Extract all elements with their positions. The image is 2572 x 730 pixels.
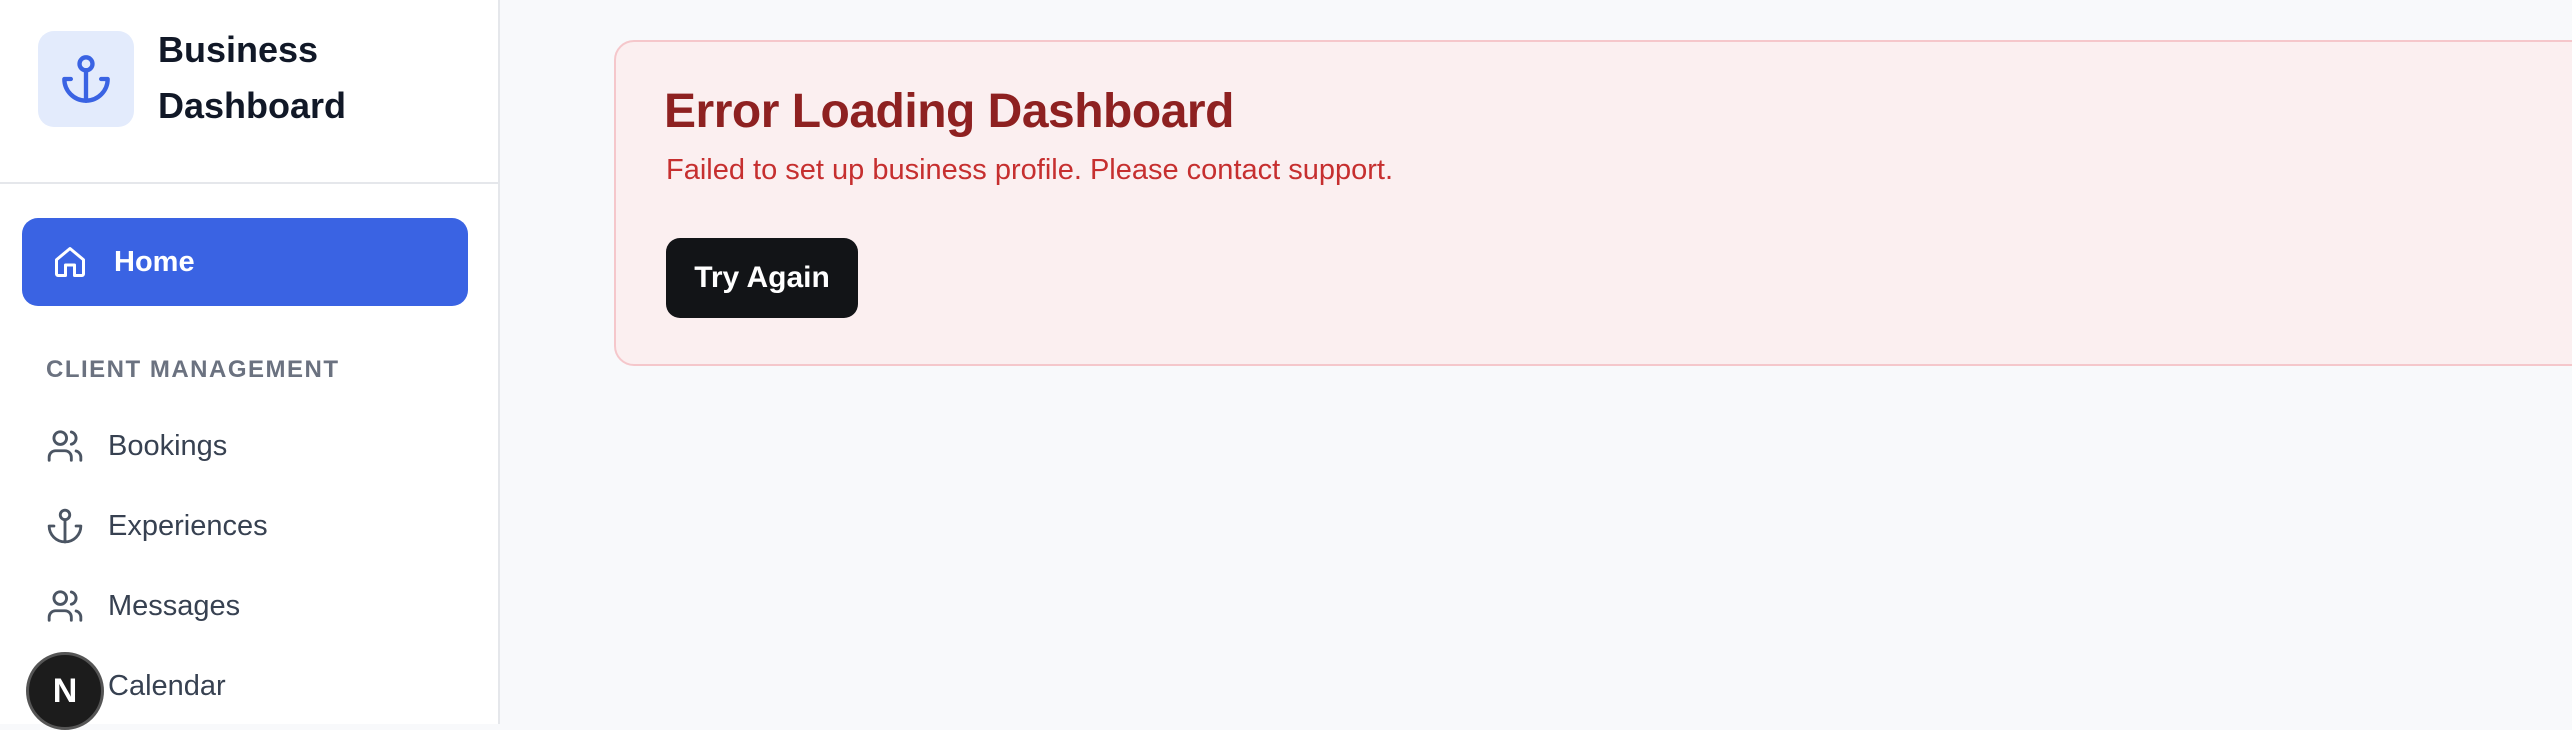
brand-logo xyxy=(38,31,134,127)
sidebar-item-label: Calendar xyxy=(108,669,226,702)
sidebar-item-home[interactable]: Home xyxy=(22,218,468,306)
dev-tools-badge[interactable]: N xyxy=(26,652,104,730)
sidebar-item-label: Home xyxy=(114,245,195,278)
anchor-icon xyxy=(60,53,112,105)
error-title: Error Loading Dashboard xyxy=(664,85,1234,138)
brand-header: Business Dashboard xyxy=(0,0,498,184)
sidebar-item-bookings[interactable]: Bookings xyxy=(22,414,468,478)
home-icon xyxy=(52,244,88,280)
anchor-icon xyxy=(46,507,84,545)
sidebar-item-label: Bookings xyxy=(108,429,228,462)
sidebar-item-label: Experiences xyxy=(108,509,268,542)
dev-badge-letter: N xyxy=(52,671,78,710)
sidebar-item-experiences[interactable]: Experiences xyxy=(22,494,468,558)
sidebar-item-messages[interactable]: Messages xyxy=(22,574,468,638)
brand-title: Business Dashboard xyxy=(158,29,347,126)
error-message: Failed to set up business profile. Pleas… xyxy=(666,154,1394,186)
try-again-button[interactable]: Try Again xyxy=(666,238,858,318)
users-icon xyxy=(46,427,84,465)
sidebar-item-label: Messages xyxy=(108,589,241,622)
users-icon xyxy=(46,587,84,625)
error-card: Error Loading Dashboard Failed to set up… xyxy=(614,40,2572,366)
sidebar: Business Dashboard Home CLIENT MANAGEMEN… xyxy=(0,0,500,724)
section-title-client-management: CLIENT MANAGEMENT xyxy=(46,356,340,383)
